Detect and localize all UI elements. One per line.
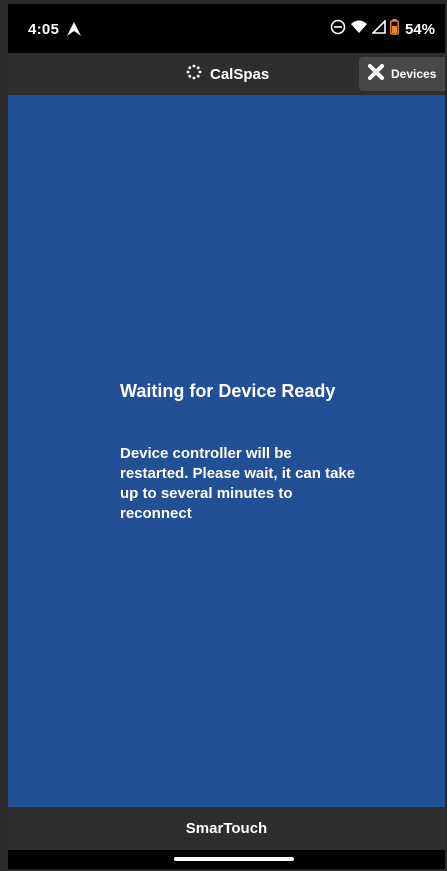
close-x-icon [367, 63, 385, 86]
battery-icon [390, 18, 399, 40]
devices-button[interactable]: Devices [359, 57, 445, 91]
loading-dots-icon [186, 64, 202, 85]
footer-bar: SmarTouch [8, 807, 445, 850]
footer-label: SmarTouch [185, 820, 268, 837]
devices-button-label: Devices [391, 67, 437, 81]
app-header: CalSpas Devices [8, 53, 445, 95]
do-not-disturb-icon [330, 19, 346, 40]
home-indicator[interactable] [174, 857, 294, 861]
wifi-icon [350, 19, 368, 40]
battery-percentage: 54% [404, 20, 435, 38]
signal-icon [371, 18, 386, 39]
app-title-group: CalSpas [186, 64, 269, 85]
status-time: 4:05 [28, 21, 60, 38]
waiting-message: Device controller will be restarted. Ple… [120, 445, 356, 522]
waiting-title: Waiting for Device Ready [120, 381, 336, 401]
status-icons: 54% [330, 18, 435, 40]
main-content: Waiting for Device Ready Device controll… [8, 95, 445, 807]
app-title: CalSpas [210, 66, 270, 83]
navigation-icon [66, 21, 82, 37]
phone-screen: 4:05 54% CalSpas Devices Waiting for Dev… [0, 0, 447, 871]
system-nav-bar [8, 850, 445, 869]
status-bar: 4:05 54% [8, 4, 445, 53]
